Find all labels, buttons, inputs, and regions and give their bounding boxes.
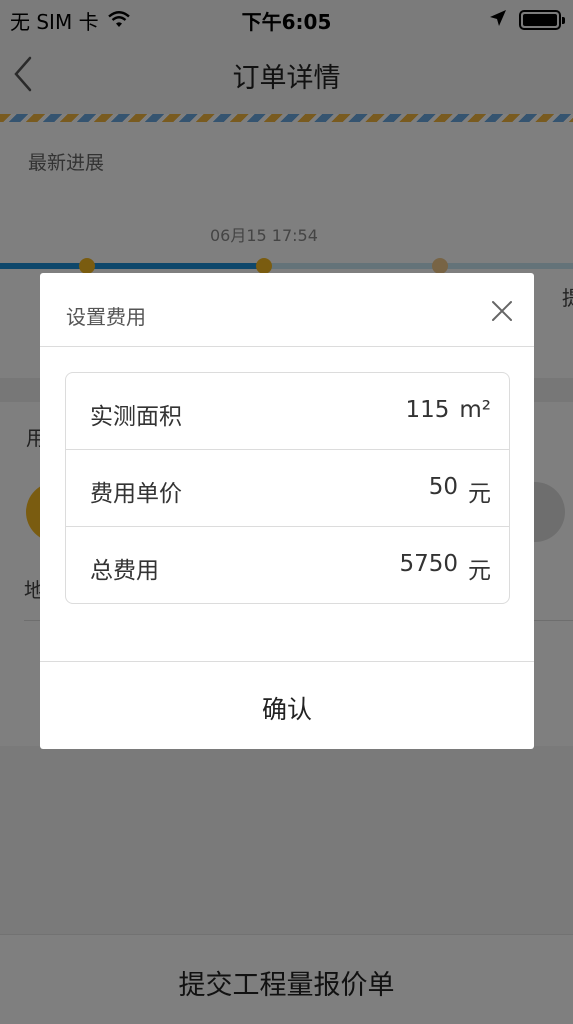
- fee-row-value: 5750 元: [399, 551, 491, 585]
- close-button[interactable]: [490, 299, 514, 323]
- unit-price-unit: 元: [468, 481, 491, 507]
- measured-area-unit: m²: [459, 397, 491, 423]
- fee-row-measured-area: 实测面积 115 m²: [66, 373, 509, 450]
- close-icon: [492, 301, 512, 321]
- fee-table: 实测面积 115 m² 费用单价 50 元 总费用 5750 元: [65, 372, 510, 604]
- fee-row-label: 费用单价: [90, 481, 182, 507]
- total-fee-unit: 元: [468, 558, 491, 584]
- unit-price-value: 50: [428, 474, 458, 500]
- set-fee-dialog: 设置费用 实测面积 115 m² 费用单价 50 元 总费用 5750 元 确认: [40, 273, 534, 749]
- measured-area-value: 115: [405, 397, 450, 423]
- dialog-header: 设置费用: [40, 273, 534, 347]
- confirm-button[interactable]: 确认: [40, 661, 534, 749]
- fee-row-value: 115 m²: [405, 397, 491, 423]
- fee-row-unit-price: 费用单价 50 元: [66, 450, 509, 527]
- confirm-label: 确认: [261, 695, 312, 724]
- fee-row-total: 总费用 5750 元: [66, 527, 509, 604]
- fee-row-label: 实测面积: [90, 404, 182, 430]
- fee-row-value: 50 元: [429, 474, 491, 508]
- fee-row-label: 总费用: [90, 558, 159, 584]
- dialog-title: 设置费用: [66, 305, 146, 329]
- total-fee-value: 5750: [399, 551, 458, 577]
